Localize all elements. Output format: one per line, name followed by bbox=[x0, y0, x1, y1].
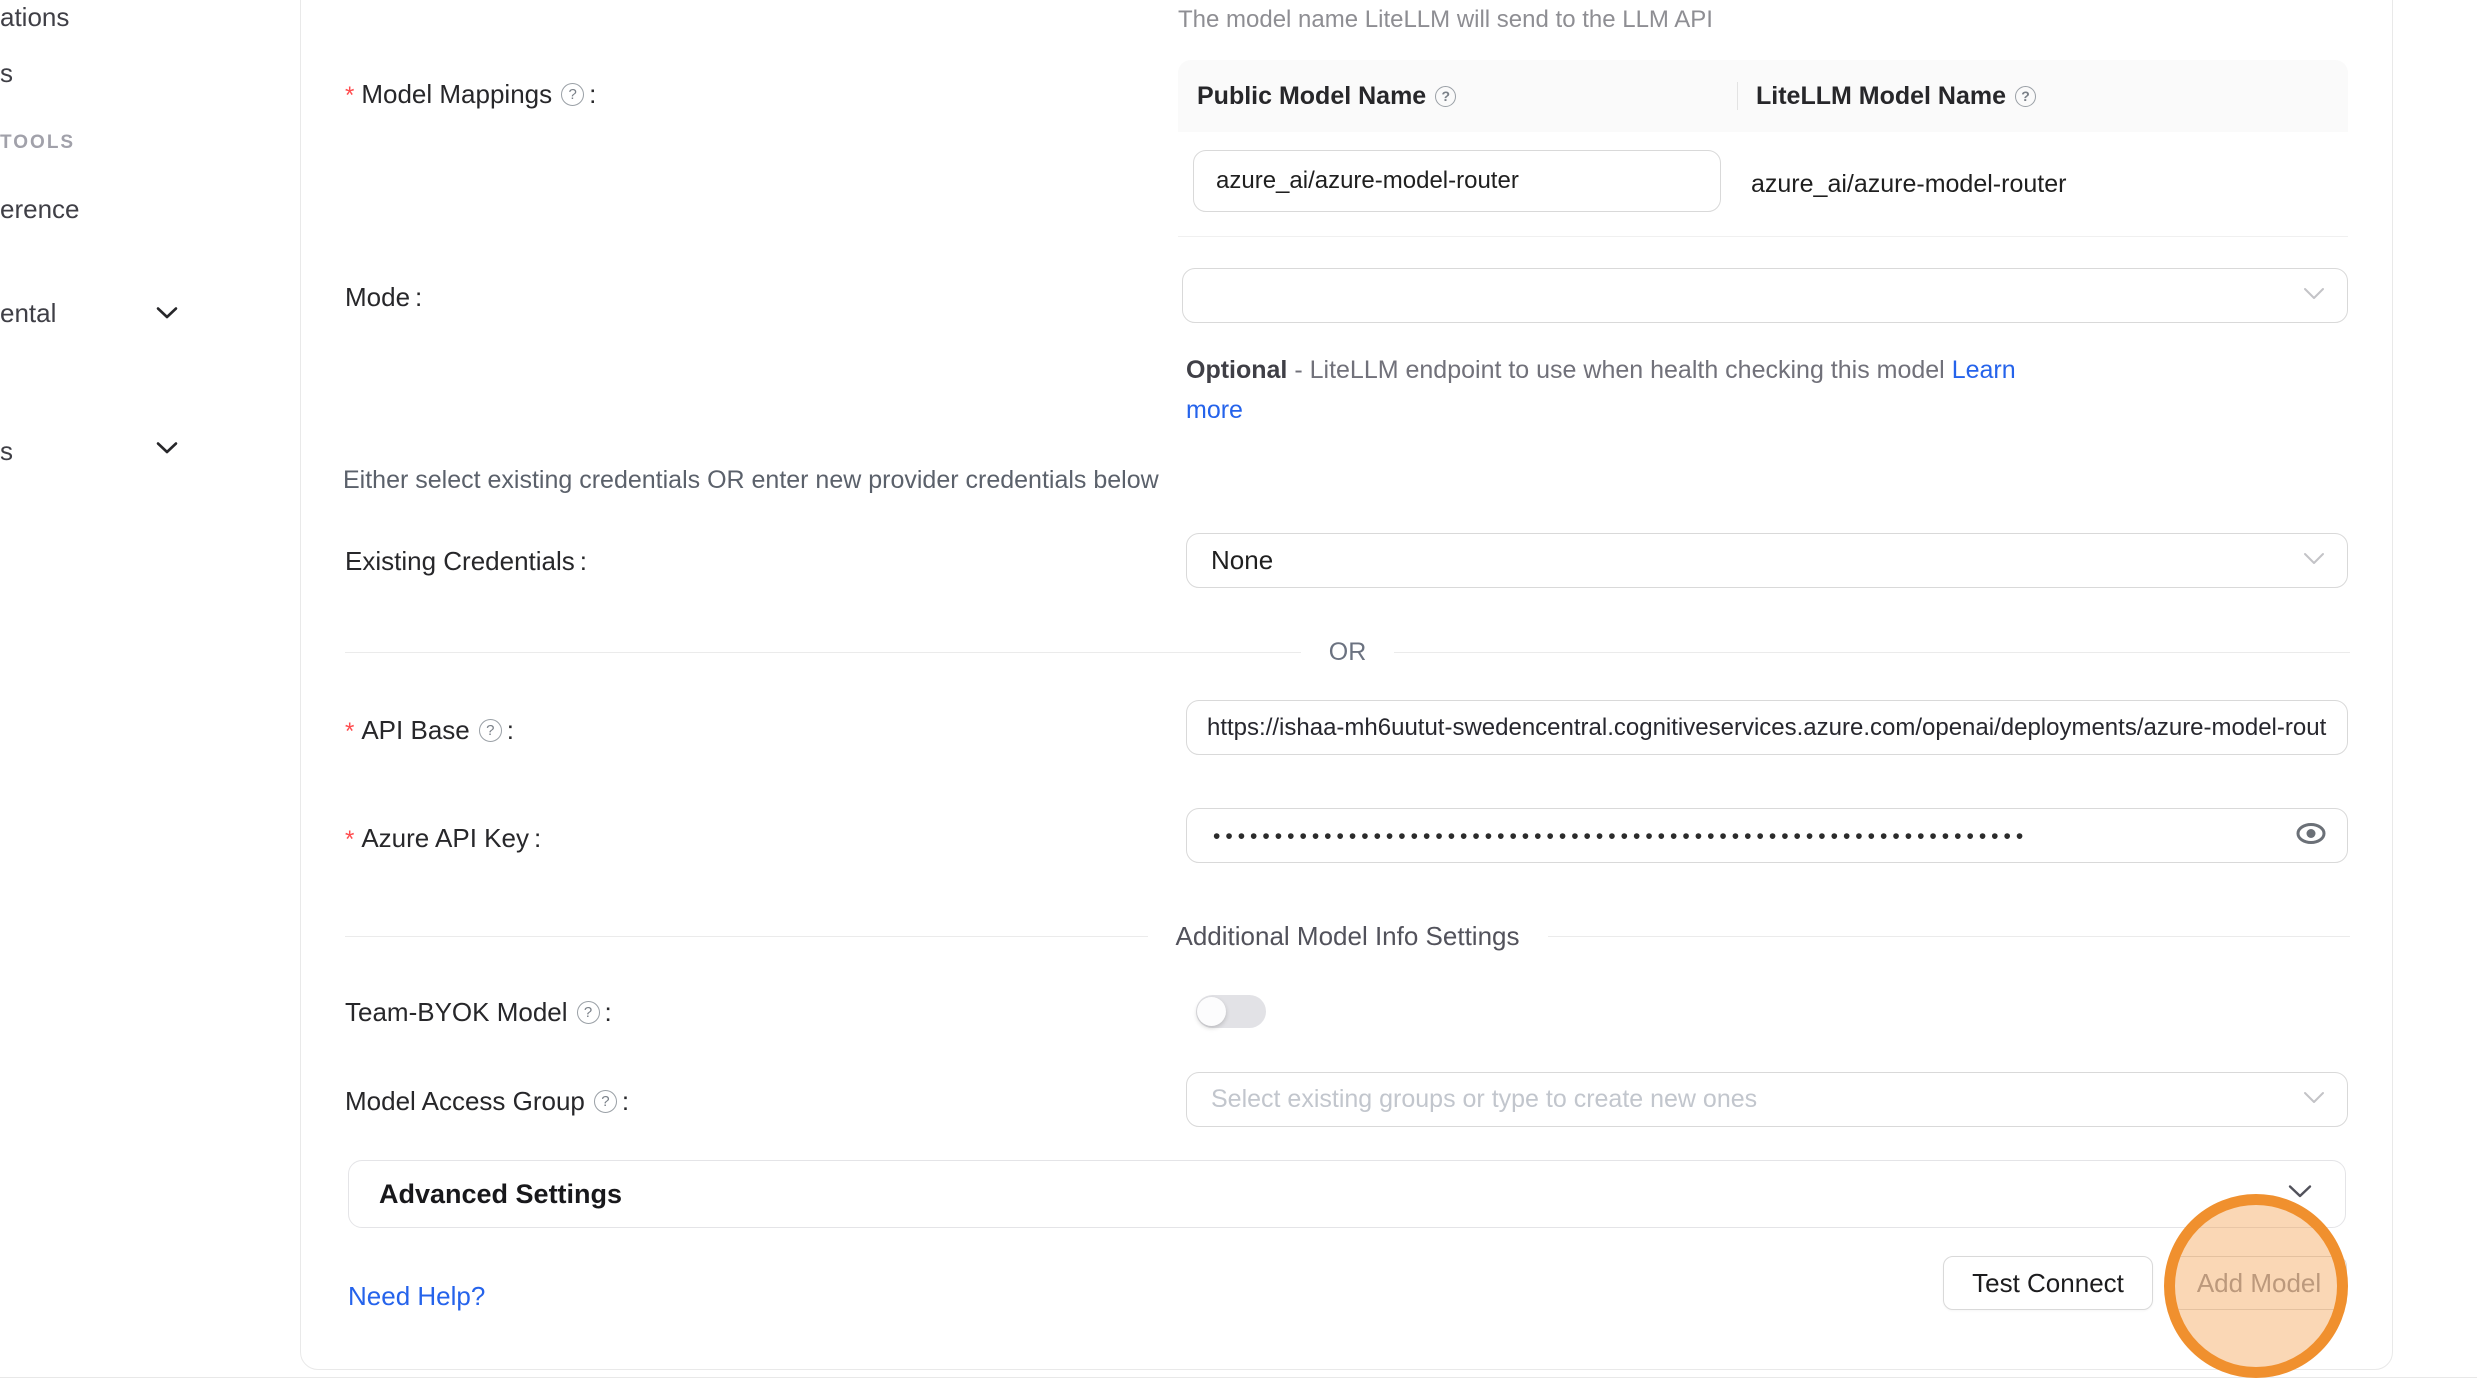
chevron-down-icon bbox=[2287, 1184, 2313, 1204]
model-access-group-label: Model Access Group ? : bbox=[345, 1086, 629, 1117]
sidebar-item-fragment[interactable]: ental bbox=[0, 298, 56, 329]
chevron-down-icon bbox=[2303, 552, 2325, 570]
team-byok-label: Team-BYOK Model ? : bbox=[345, 997, 612, 1028]
masked-api-key-value: ••••••••••••••••••••••••••••••••••••••••… bbox=[1187, 825, 2067, 849]
mode-label: Mode : bbox=[345, 282, 422, 313]
api-base-value: https://ishaa-mh6uutut-swedencentral.cog… bbox=[1187, 714, 2327, 742]
required-asterisk: * bbox=[345, 826, 354, 854]
litellm-model-name-header: LiteLLM Model Name ? bbox=[1737, 82, 2036, 111]
help-question-icon[interactable]: ? bbox=[561, 83, 584, 106]
credentials-note: Either select existing credentials OR en… bbox=[343, 466, 1159, 495]
or-divider: OR bbox=[345, 638, 2350, 667]
table-header-row: Public Model Name ? LiteLLM Model Name ? bbox=[1178, 60, 2348, 132]
model-access-group-select[interactable]: Select existing groups or type to create… bbox=[1186, 1072, 2348, 1127]
sidebar-item-fragment[interactable]: ations bbox=[0, 2, 69, 33]
sidebar-item-fragment[interactable]: s bbox=[0, 58, 13, 89]
help-question-icon[interactable]: ? bbox=[479, 719, 502, 742]
help-question-icon[interactable]: ? bbox=[594, 1090, 617, 1113]
help-question-icon[interactable]: ? bbox=[2015, 86, 2036, 107]
api-base-label: * API Base ? : bbox=[345, 714, 514, 746]
test-connect-button[interactable]: Test Connect bbox=[1943, 1256, 2153, 1310]
model-mappings-table: Public Model Name ? LiteLLM Model Name ?… bbox=[1178, 60, 2348, 237]
api-base-input[interactable]: https://ishaa-mh6uutut-swedencentral.cog… bbox=[1186, 700, 2348, 755]
public-model-name-input[interactable]: azure_ai/azure-model-router bbox=[1193, 150, 1721, 212]
sidebar-section-label: TOOLS bbox=[0, 132, 75, 154]
model-mappings-label: * Model Mappings ? : bbox=[345, 78, 596, 110]
litellm-model-helper-text: The model name LiteLLM will send to the … bbox=[1178, 6, 1713, 34]
need-help-link[interactable]: Need Help? bbox=[348, 1281, 485, 1312]
header-separator bbox=[1737, 82, 1738, 110]
additional-info-divider: Additional Model Info Settings bbox=[345, 921, 2350, 952]
sidebar-item-fragment[interactable]: erence bbox=[0, 194, 80, 225]
advanced-settings-panel[interactable]: Advanced Settings bbox=[348, 1160, 2346, 1228]
sidebar-item-fragment[interactable]: s bbox=[0, 436, 13, 467]
chevron-down-icon bbox=[2303, 287, 2325, 305]
chevron-down-icon[interactable] bbox=[155, 441, 179, 455]
team-byok-toggle[interactable] bbox=[1196, 995, 1266, 1028]
page-bottom-divider bbox=[0, 1377, 2477, 1378]
selected-value: None bbox=[1187, 545, 1273, 576]
chevron-down-icon[interactable] bbox=[155, 306, 179, 320]
add-model-page: ations s TOOLS erence ental s The model … bbox=[0, 0, 2477, 1385]
azure-api-key-label: * Azure API Key : bbox=[345, 822, 541, 854]
litellm-model-name-value: azure_ai/azure-model-router bbox=[1751, 132, 2066, 237]
existing-credentials-label: Existing Credentials : bbox=[345, 546, 587, 577]
mode-select[interactable] bbox=[1182, 268, 2348, 323]
azure-api-key-input[interactable]: ••••••••••••••••••••••••••••••••••••••••… bbox=[1186, 808, 2348, 863]
help-question-icon[interactable]: ? bbox=[1435, 86, 1456, 107]
select-placeholder: Select existing groups or type to create… bbox=[1187, 1085, 1757, 1114]
public-model-name-header: Public Model Name ? bbox=[1178, 82, 1737, 111]
toggle-knob bbox=[1197, 997, 1226, 1026]
required-asterisk: * bbox=[345, 82, 354, 110]
eye-icon[interactable] bbox=[2295, 821, 2327, 850]
mode-hint-text: Optional - LiteLLM endpoint to use when … bbox=[1186, 350, 2016, 430]
existing-credentials-select[interactable]: None bbox=[1186, 533, 2348, 588]
table-row: azure_ai/azure-model-router azure_ai/azu… bbox=[1178, 132, 2348, 237]
add-model-button[interactable]: Add Model bbox=[2171, 1256, 2347, 1310]
required-asterisk: * bbox=[345, 718, 354, 746]
advanced-settings-title: Advanced Settings bbox=[379, 1179, 622, 1210]
help-question-icon[interactable]: ? bbox=[577, 1001, 600, 1024]
chevron-down-icon bbox=[2303, 1091, 2325, 1109]
